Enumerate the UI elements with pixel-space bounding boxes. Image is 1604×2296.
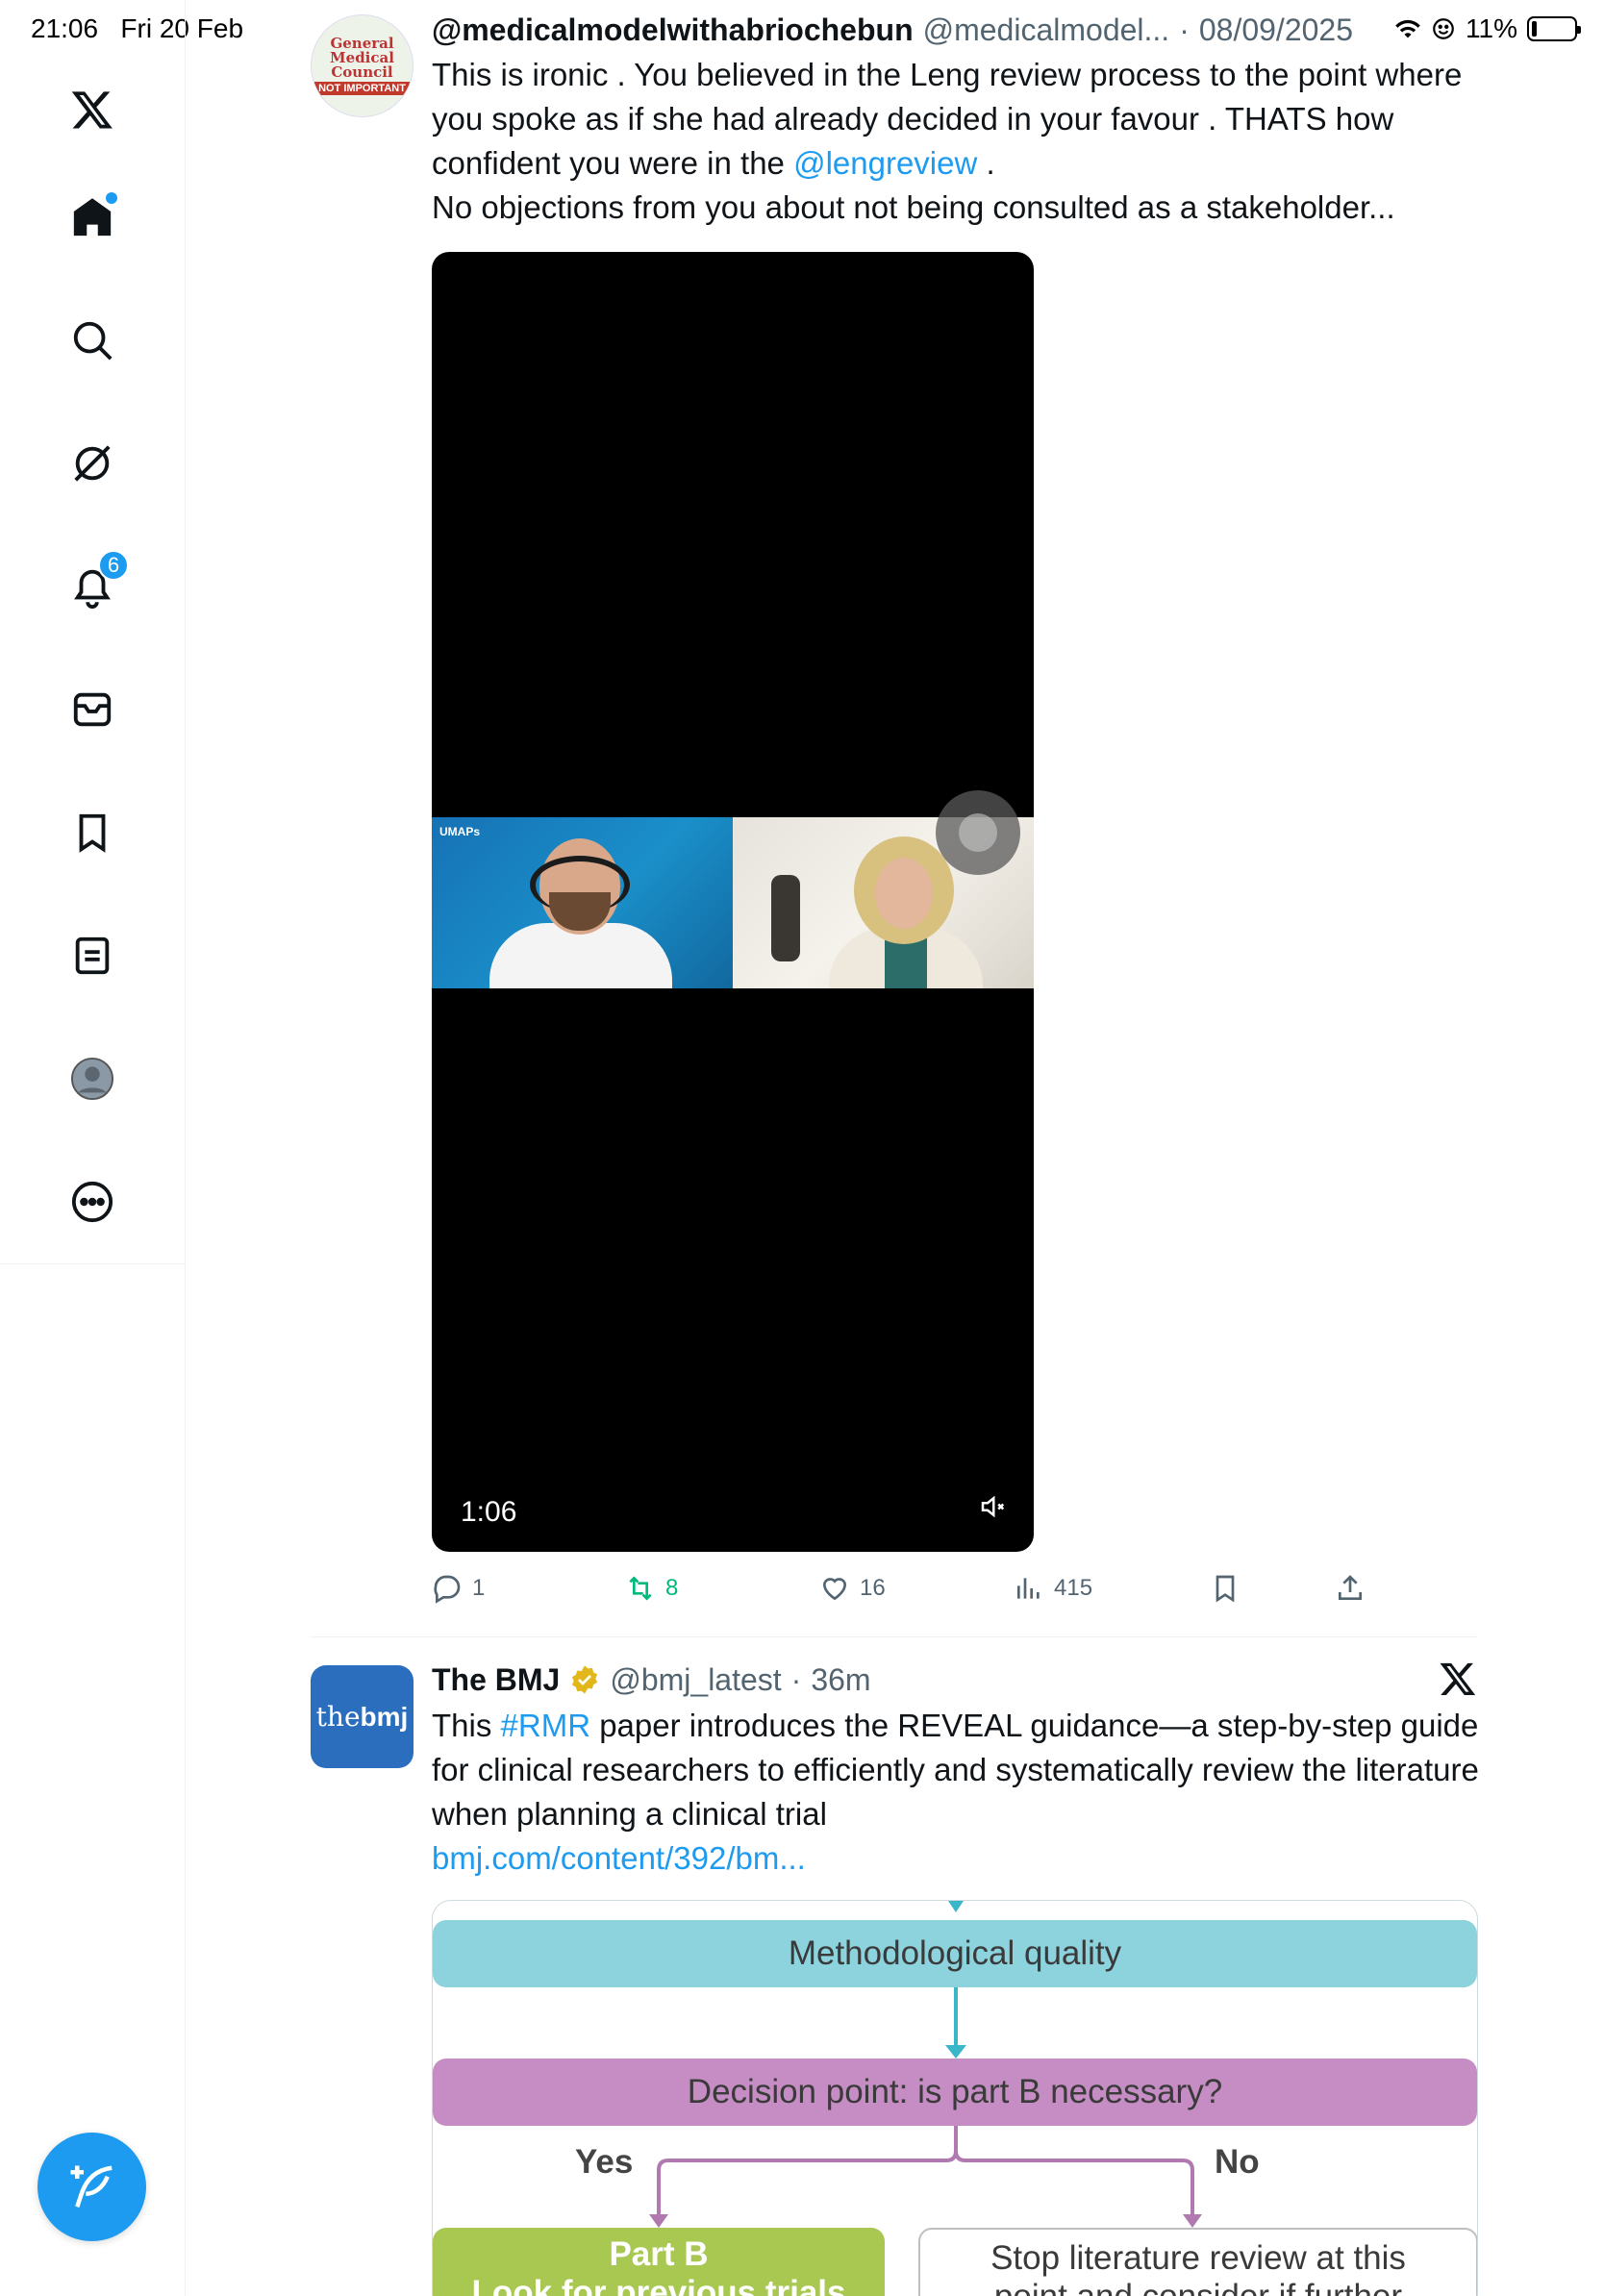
home-icon[interactable] (54, 179, 131, 256)
mute-icon[interactable] (978, 1492, 1007, 1526)
views-icon (1017, 1578, 1040, 1599)
tweet2-time[interactable]: 36m (811, 1662, 870, 1698)
avatar-stamp: NOT IMPORTANT (314, 82, 410, 95)
tweet2-image-flowchart[interactable]: Methodological quality Decision point: i… (432, 1900, 1478, 2296)
bookmarks-icon[interactable] (54, 794, 131, 871)
flowchart-box-part-b: Part B Look for previous trials (433, 2228, 885, 2296)
stop-review-line2: point and consider if further (994, 2278, 1402, 2296)
avatar-line-3: Council (331, 63, 393, 81)
part-b-subtitle: Look for previous trials (471, 2274, 846, 2296)
wifi-icon (1395, 19, 1420, 38)
views-count: 415 (1054, 1575, 1093, 1601)
more-icon[interactable] (54, 1163, 131, 1240)
notifications-badge: 6 (98, 550, 129, 581)
reply-button[interactable]: 1 (432, 1567, 485, 1610)
tweet1-text-line2: No objections from you about not being c… (432, 189, 1395, 225)
tweet1-sep: · (1179, 12, 1190, 47)
tweet1-text-part2: . (977, 145, 995, 181)
tweet2-text: This #RMR paper introduces the REVEAL gu… (432, 1704, 1480, 1881)
tweet2-avatar[interactable]: the bmj (311, 1665, 414, 1768)
verified-badge-icon (569, 1664, 600, 1695)
status-right: 11% (1389, 13, 1581, 44)
flowchart-box-methodological-quality: Methodological quality (433, 1920, 1477, 1987)
share-icon (1339, 1575, 1362, 1600)
video-watermark: UMAPs (439, 825, 481, 838)
tweet2-sep: · (790, 1661, 802, 1697)
x-logo-icon[interactable] (54, 71, 131, 148)
profile-avatar-icon[interactable] (54, 1040, 131, 1117)
avatar-the: the (315, 1701, 361, 1733)
tweet1-handle[interactable]: @medicalmodel... (923, 12, 1170, 48)
bookmark-button[interactable] (1210, 1567, 1241, 1610)
tweet1-date[interactable]: 08/09/2025 (1199, 12, 1353, 48)
battery-percent: 11% (1466, 13, 1517, 43)
sidebar-divider (0, 1263, 186, 1264)
tweet2-handle[interactable]: @bmj_latest (610, 1662, 781, 1698)
messages-icon[interactable] (54, 671, 131, 748)
tweet1-text: This is ironic . You believed in the Len… (432, 53, 1480, 230)
views-button[interactable]: 415 (1014, 1567, 1092, 1610)
flowchart-no-label: No (1215, 2143, 1260, 2181)
battery-icon (1527, 16, 1581, 41)
part-b-title: Part B (609, 2235, 709, 2273)
bookmark-icon (1216, 1575, 1235, 1603)
grok-icon[interactable] (54, 425, 131, 502)
flowchart-box-decision-point: Decision point: is part B necessary? (433, 2059, 1477, 2126)
lists-icon[interactable] (54, 917, 131, 994)
reply-count: 1 (472, 1575, 486, 1601)
video-participant-left: UMAPs (432, 817, 733, 988)
repost-button[interactable]: 8 (625, 1567, 678, 1610)
flowchart-box-stop-review: Stop literature review at this point and… (918, 2228, 1477, 2296)
sidebar-nav: 6 (0, 0, 186, 2296)
stop-review-line1: Stop literature review at this (990, 2239, 1406, 2277)
tweet1-header: @medicalmodelwithabriochebun @medicalmod… (432, 11, 1353, 49)
tweet1-mention-link[interactable]: @lengreview (793, 145, 977, 181)
share-button[interactable] (1335, 1567, 1366, 1610)
tweet1-avatar[interactable]: General Medical Council NOT IMPORTANT (311, 14, 414, 117)
notifications-bell-icon[interactable]: 6 (54, 548, 131, 625)
tweet2-display-name[interactable]: The BMJ (432, 1662, 560, 1698)
compose-post-button[interactable] (38, 2133, 146, 2241)
avatar-bmj: bmj (360, 1701, 409, 1732)
like-count: 16 (860, 1575, 886, 1601)
tweet2-url-link[interactable]: bmj.com/content/392/bm... (432, 1840, 806, 1876)
tweet-divider (311, 1636, 1478, 1637)
video-scrub-handle[interactable] (936, 790, 1020, 875)
heart-icon (822, 1578, 847, 1601)
repost-count: 8 (665, 1575, 679, 1601)
focus-mode-icon (1433, 18, 1454, 39)
home-unread-dot (106, 192, 117, 204)
reply-icon (434, 1575, 461, 1604)
repost-icon (629, 1576, 652, 1601)
search-icon[interactable] (54, 302, 131, 379)
like-button[interactable]: 16 (819, 1567, 886, 1610)
video-duration: 1:06 (461, 1496, 517, 1528)
tweet1-video-player[interactable]: UMAPs 1:06 (432, 252, 1034, 1552)
tweet2-hashtag-link[interactable]: #RMR (501, 1708, 591, 1743)
tweet2-text-part1: This (432, 1708, 501, 1743)
flowchart-yes-label: Yes (575, 2143, 634, 2181)
tweet2-header: The BMJ @bmj_latest · 36m (432, 1660, 871, 1699)
tweet1-display-name[interactable]: @medicalmodelwithabriochebun (432, 12, 914, 48)
x-logo-icon-tweet[interactable] (1439, 1660, 1477, 1703)
